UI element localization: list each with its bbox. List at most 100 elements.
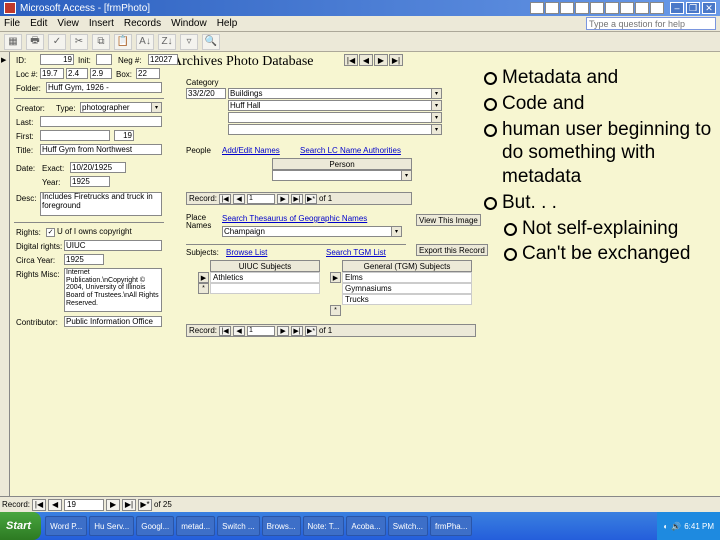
mini-icon[interactable]: P [605, 2, 619, 14]
nav-next-icon[interactable]: ▶ [277, 194, 289, 204]
title-field[interactable]: Huff Gym from Northwest [40, 144, 162, 155]
neg-field[interactable]: 12027 [148, 54, 178, 65]
subj-rec-input[interactable] [247, 326, 275, 336]
year-field[interactable]: 1925 [70, 176, 110, 187]
copy-icon[interactable]: ⧉ [92, 34, 110, 50]
addedit-names-link[interactable]: Add/Edit Names [222, 146, 280, 155]
tray-icon[interactable]: 🔊 [671, 522, 681, 531]
task-button[interactable]: Hu Serv... [89, 516, 134, 536]
view-image-button[interactable]: View This Image [416, 214, 481, 226]
task-button[interactable]: Switch... [388, 516, 428, 536]
task-button[interactable]: metad... [176, 516, 215, 536]
desc-field[interactable]: Includes Firetrucks and truck in foregro… [40, 192, 162, 216]
digitalrights-field[interactable]: UIUC [64, 240, 162, 251]
nav-new-icon[interactable]: ▶* [305, 194, 317, 204]
tgm-cell[interactable]: Elms [342, 272, 472, 283]
loc2-field[interactable]: 2.4 [66, 68, 88, 79]
task-button[interactable]: Acoba... [346, 516, 385, 536]
nav-next-icon[interactable]: ▶ [277, 326, 289, 336]
rightsmisc-field[interactable]: Internet Publication.\nCopyright © 2004,… [64, 268, 162, 312]
filter-icon[interactable]: ▿ [180, 34, 198, 50]
contributor-field[interactable]: Public Information Office [64, 316, 162, 327]
nav-last-icon[interactable]: ▶| [389, 54, 403, 66]
nav-first-icon[interactable]: |◀ [219, 194, 231, 204]
mini-icon[interactable]: ✓ [575, 2, 589, 14]
task-button[interactable]: Word P... [45, 516, 87, 536]
nav-prev-icon[interactable]: ◀ [233, 326, 245, 336]
tray-icon[interactable]: ◐ [663, 522, 668, 531]
nav-prev-icon[interactable]: ◀ [359, 54, 373, 66]
close-button[interactable]: ✕ [702, 2, 716, 14]
tgm-cell[interactable]: Gymnasiums [342, 283, 472, 294]
rowsel-icon[interactable]: * [330, 305, 341, 316]
menu-view[interactable]: View [57, 18, 79, 29]
sort-desc-icon[interactable]: Z↓ [158, 34, 176, 50]
place-dropdown[interactable]: Champaign▾ [222, 226, 402, 237]
task-button[interactable]: Note: T... [303, 516, 345, 536]
people-rec-input[interactable] [247, 194, 275, 204]
browse-list-link[interactable]: Browse List [226, 248, 267, 257]
cat-row4[interactable]: ▾ [228, 124, 442, 135]
mini-icon[interactable]: X [545, 2, 559, 14]
uiuc-cell[interactable]: Athletics [210, 272, 320, 283]
sort-asc-icon[interactable]: A↓ [136, 34, 154, 50]
nav-last-icon[interactable]: ▶| [291, 194, 303, 204]
task-button[interactable]: Brows... [262, 516, 301, 536]
person-dropdown[interactable]: ▾ [272, 170, 412, 181]
nav-first-icon[interactable]: |◀ [32, 499, 46, 511]
box-field[interactable]: 22 [136, 68, 160, 79]
search-geo-link[interactable]: Search Thesaurus of Geographic Names [222, 214, 367, 223]
spelling-icon[interactable]: ✓ [48, 34, 66, 50]
ask-input[interactable] [586, 17, 716, 30]
mini-icon[interactable]: A [650, 2, 664, 14]
export-record-button[interactable]: Export this Record [416, 244, 488, 256]
init-field[interactable] [96, 54, 112, 65]
tgm-cell[interactable]: Trucks [342, 294, 472, 305]
cat-row3[interactable]: ▾ [228, 112, 442, 123]
rowsel-icon[interactable]: ▶ [330, 272, 341, 283]
start-button[interactable]: Start [0, 512, 41, 540]
folder-field[interactable]: Huff Gym, 1926 - [46, 82, 162, 93]
cut-icon[interactable]: ✂ [70, 34, 88, 50]
nav-next-icon[interactable]: ▶ [106, 499, 120, 511]
nav-first-icon[interactable]: |◀ [344, 54, 358, 66]
print-icon[interactable]: 🖶 [26, 34, 44, 50]
task-button[interactable]: Switch ... [217, 516, 259, 536]
nav-last-icon[interactable]: ▶| [122, 499, 136, 511]
view-icon[interactable]: ▦ [4, 34, 22, 50]
search-lc-link[interactable]: Search LC Name Authorities [300, 146, 401, 155]
cat-row2[interactable]: Huff Hall▾ [228, 100, 442, 111]
rowsel-icon[interactable]: * [198, 283, 209, 294]
loc1-field[interactable]: 19.7 [40, 68, 64, 79]
record-selector[interactable] [0, 52, 10, 496]
nav-prev-icon[interactable]: ◀ [233, 194, 245, 204]
menu-help[interactable]: Help [217, 18, 238, 29]
nav-prev-icon[interactable]: ◀ [48, 499, 62, 511]
exact-field[interactable]: 10/20/1925 [70, 162, 126, 173]
creator-type-dropdown[interactable]: photographer▾ [80, 102, 162, 113]
task-button[interactable]: frmPha... [430, 516, 472, 536]
mini-icon[interactable]: ✎ [635, 2, 649, 14]
task-button[interactable]: Googl... [136, 516, 174, 536]
paste-icon[interactable]: 📋 [114, 34, 132, 50]
first-field[interactable] [40, 130, 110, 141]
menu-records[interactable]: Records [124, 18, 161, 29]
mini-icon[interactable]: S [620, 2, 634, 14]
find-icon[interactable]: 🔍 [202, 34, 220, 50]
menu-file[interactable]: File [4, 18, 20, 29]
cat-row1a[interactable]: 33/2/20 [186, 88, 226, 99]
menu-edit[interactable]: Edit [30, 18, 47, 29]
rowsel-icon[interactable]: ▶ [198, 272, 209, 283]
loc3-field[interactable]: 2.9 [90, 68, 112, 79]
last-field[interactable] [40, 116, 162, 127]
id-field[interactable]: 19 [40, 54, 74, 65]
minimize-button[interactable]: – [670, 2, 684, 14]
nav-new-icon[interactable]: ▶* [305, 326, 317, 336]
first-num-field[interactable]: 19 [114, 130, 134, 141]
mini-icon[interactable]: W [560, 2, 574, 14]
cat-row1b[interactable]: Buildings▾ [228, 88, 442, 99]
nav-last-icon[interactable]: ▶| [291, 326, 303, 336]
mini-icon[interactable]: N [590, 2, 604, 14]
nav-new-icon[interactable]: ▶* [138, 499, 152, 511]
nav-next-icon[interactable]: ▶ [374, 54, 388, 66]
